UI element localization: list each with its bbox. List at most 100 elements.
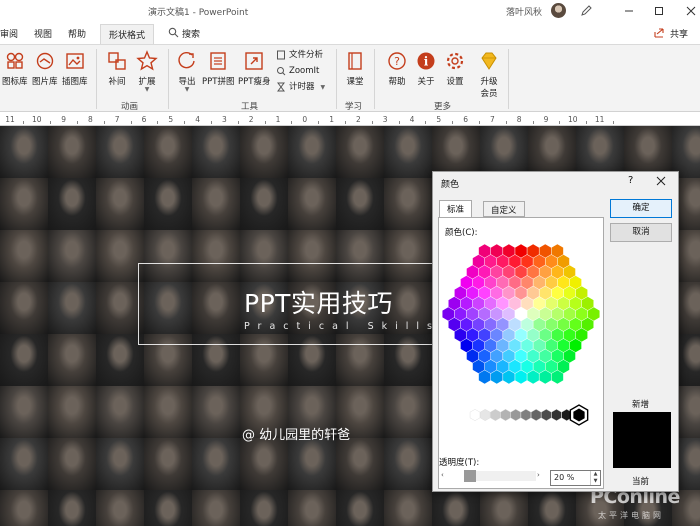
upgrade-button[interactable]: 升级 会员: [478, 50, 500, 99]
color-cell[interactable]: [509, 254, 521, 269]
color-cell[interactable]: [497, 254, 509, 269]
color-cell[interactable]: [490, 286, 503, 300]
tab-custom[interactable]: 自定义: [483, 201, 525, 217]
tween-button[interactable]: 补间: [106, 50, 128, 87]
color-cell[interactable]: [466, 265, 479, 279]
tab-help[interactable]: 帮助: [68, 27, 86, 40]
color-cell[interactable]: [490, 307, 503, 321]
tab-shape-format[interactable]: 形状格式: [100, 24, 155, 44]
color-cell[interactable]: [460, 338, 473, 353]
gray-cell[interactable]: [490, 409, 501, 421]
color-cell[interactable]: [533, 317, 545, 332]
color-cell[interactable]: [503, 286, 515, 300]
avatar[interactable]: [551, 3, 566, 18]
gray-cell[interactable]: [551, 409, 562, 421]
color-cell[interactable]: [454, 328, 467, 342]
color-cell[interactable]: [454, 307, 467, 321]
pen-icon[interactable]: [580, 4, 593, 17]
color-cell[interactable]: [563, 307, 576, 321]
color-cell[interactable]: [527, 244, 539, 258]
grayscale-swatches[interactable]: [441, 402, 601, 428]
color-cell[interactable]: [581, 296, 594, 311]
color-cell[interactable]: [509, 296, 521, 311]
color-cell[interactable]: [527, 349, 539, 363]
color-cell[interactable]: [472, 317, 485, 332]
color-cell[interactable]: [478, 265, 491, 279]
color-cell[interactable]: [521, 254, 533, 269]
color-cell[interactable]: [503, 349, 515, 363]
color-cell[interactable]: [490, 244, 503, 258]
help-button[interactable]: ? 帮助: [386, 50, 408, 87]
color-cell[interactable]: [472, 338, 485, 353]
color-cell[interactable]: [557, 296, 570, 311]
color-cell[interactable]: [569, 338, 582, 353]
color-cell[interactable]: [527, 307, 539, 321]
transparency-track[interactable]: [466, 471, 536, 481]
color-cell[interactable]: [484, 359, 497, 374]
tab-view[interactable]: 视图: [34, 27, 52, 40]
user-name[interactable]: 落叶风秋: [506, 5, 542, 18]
color-cell[interactable]: [533, 296, 545, 311]
ppt-slim-button[interactable]: PPT瘦身: [238, 50, 270, 87]
color-cell[interactable]: [484, 296, 497, 311]
color-cell[interactable]: [527, 370, 539, 384]
color-cell[interactable]: [478, 328, 491, 342]
close-icon[interactable]: [655, 175, 667, 187]
color-cell[interactable]: [478, 286, 491, 300]
color-cell[interactable]: [484, 275, 497, 290]
color-cell[interactable]: [545, 296, 558, 311]
color-cell[interactable]: [490, 349, 503, 363]
color-cell[interactable]: [478, 244, 491, 258]
color-cell[interactable]: [521, 296, 533, 311]
tab-standard[interactable]: 标准: [439, 200, 473, 218]
export-button[interactable]: 导出 ▼: [176, 50, 198, 93]
color-cell[interactable]: [563, 265, 576, 279]
color-cell[interactable]: [497, 359, 509, 374]
gray-cell[interactable]: [480, 409, 491, 421]
color-cell[interactable]: [575, 286, 588, 300]
timer-button[interactable]: 计时器 ▼: [276, 81, 325, 93]
color-cell[interactable]: [551, 349, 564, 363]
chevron-left-icon[interactable]: ‹: [441, 471, 444, 479]
color-cell[interactable]: [527, 265, 539, 279]
color-cell[interactable]: [563, 349, 576, 363]
chevron-right-icon[interactable]: ›: [537, 471, 540, 479]
color-cell[interactable]: [569, 296, 582, 311]
color-cell[interactable]: [509, 338, 521, 353]
color-cell[interactable]: [563, 328, 576, 342]
color-cell[interactable]: [448, 317, 461, 332]
color-cell[interactable]: [454, 286, 467, 300]
minimize-icon[interactable]: [622, 4, 636, 18]
color-cell[interactable]: [521, 275, 533, 290]
color-cell[interactable]: [478, 307, 491, 321]
file-analysis-button[interactable]: 文件分析: [276, 49, 323, 61]
color-cell[interactable]: [484, 317, 497, 332]
color-cell[interactable]: [557, 317, 570, 332]
color-cell[interactable]: [551, 244, 564, 258]
color-cell[interactable]: [503, 265, 515, 279]
color-cell[interactable]: [472, 359, 485, 374]
color-cell[interactable]: [460, 296, 473, 311]
color-cell[interactable]: [539, 328, 552, 342]
color-cell[interactable]: [545, 254, 558, 269]
color-cell[interactable]: [509, 317, 521, 332]
color-cell[interactable]: [581, 317, 594, 332]
color-cell[interactable]: [551, 328, 564, 342]
color-cell[interactable]: [515, 265, 527, 279]
cancel-button[interactable]: 取消: [610, 223, 672, 242]
color-cell[interactable]: [515, 307, 527, 321]
color-cell[interactable]: [478, 370, 491, 384]
color-cell[interactable]: [460, 317, 473, 332]
extend-button[interactable]: 扩展 ▼: [136, 50, 158, 93]
color-cell[interactable]: [472, 296, 485, 311]
color-cell[interactable]: [515, 286, 527, 300]
color-cell[interactable]: [545, 317, 558, 332]
color-cell[interactable]: [539, 244, 552, 258]
color-cell[interactable]: [569, 317, 582, 332]
color-cell[interactable]: [551, 370, 564, 384]
color-cell[interactable]: [484, 338, 497, 353]
color-cell[interactable]: [503, 307, 515, 321]
gray-cell[interactable]: [510, 409, 521, 421]
color-cell[interactable]: [575, 328, 588, 342]
horizontal-ruler[interactable]: 11 10 9 8 7 6 5 4 3 2 1 0 1 2 3 4 5 6 7 8 9 10 11: [0, 112, 700, 126]
